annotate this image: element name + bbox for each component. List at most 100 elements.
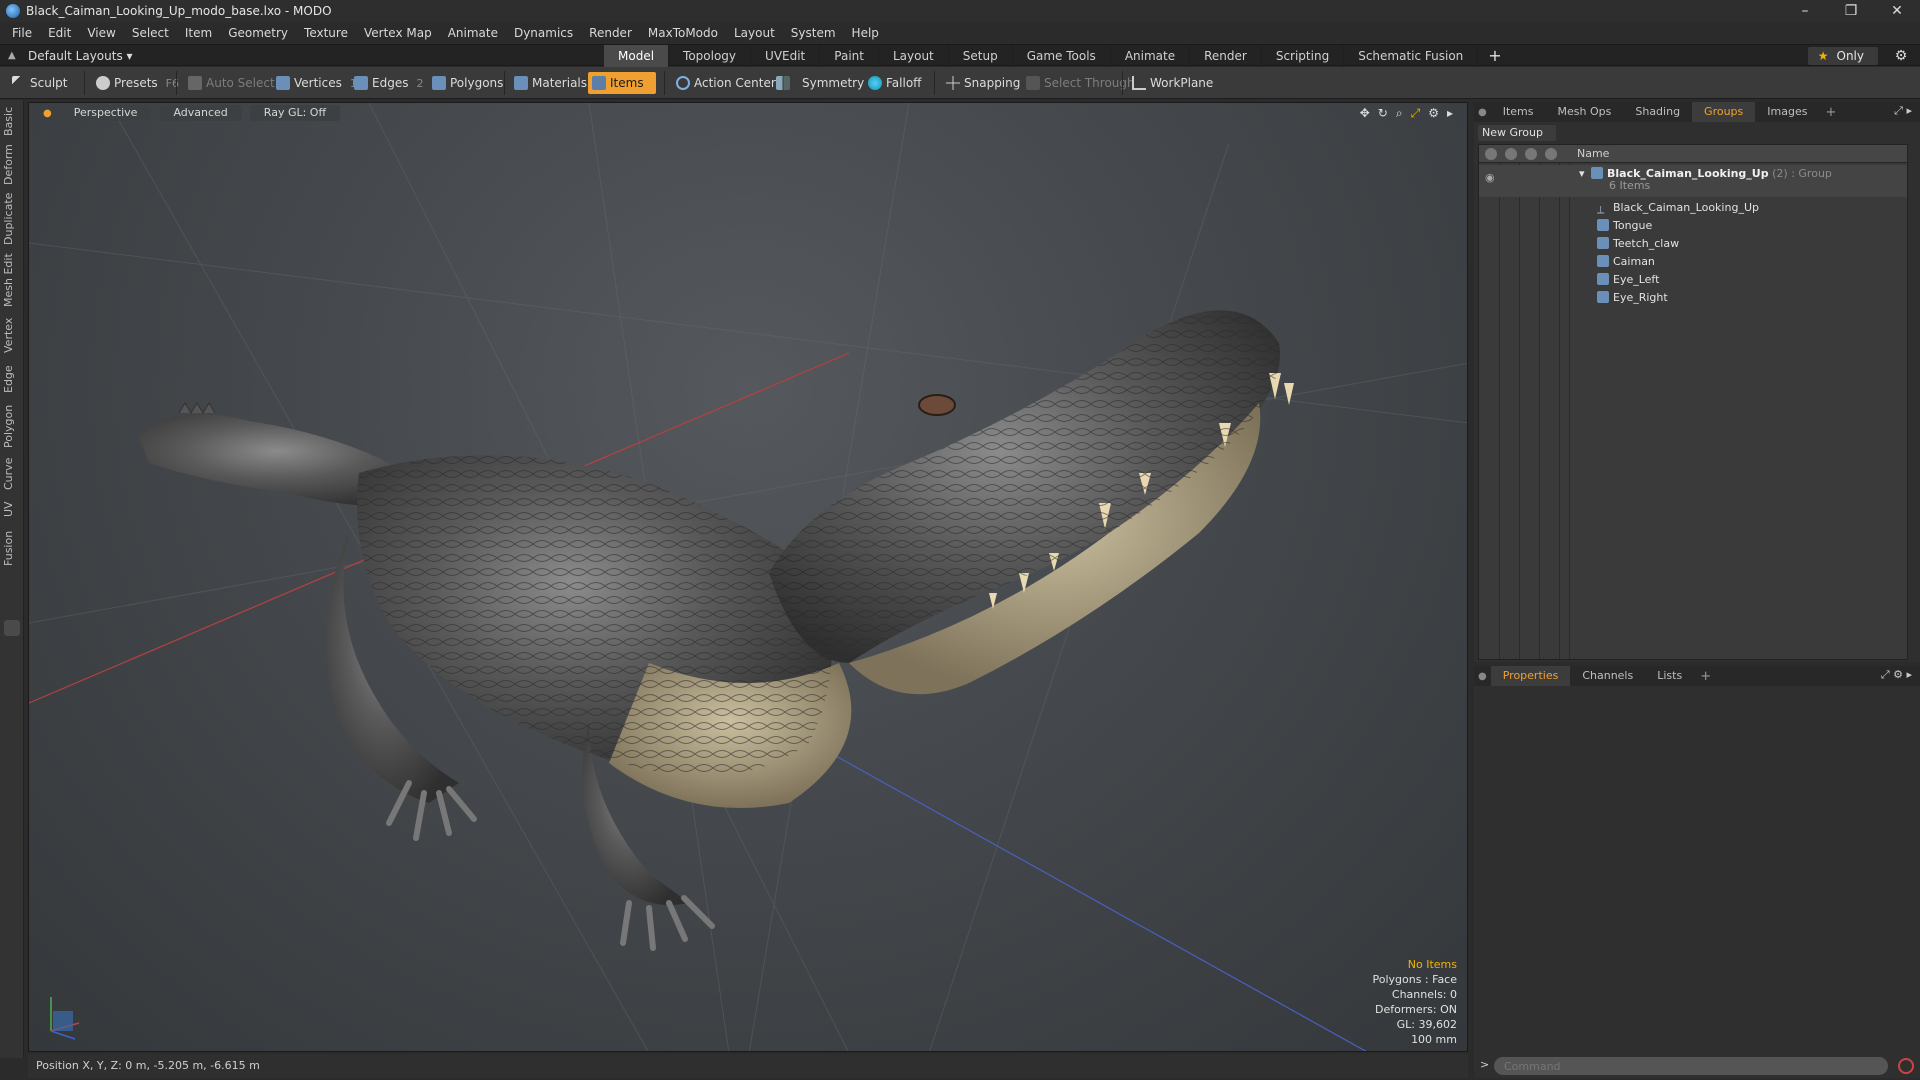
vtab-duplicate[interactable]: Duplicate — [2, 192, 22, 246]
materials-button[interactable]: Materials — [510, 72, 587, 94]
tab-items[interactable]: Items — [1491, 102, 1546, 122]
menu-layout[interactable]: Layout — [728, 26, 785, 40]
shading-mode-dropdown[interactable]: Advanced — [159, 105, 242, 121]
tab-channels[interactable]: Channels — [1570, 666, 1645, 686]
menu-file[interactable]: File — [6, 26, 42, 40]
viewport-scene[interactable] — [29, 103, 1468, 1052]
panel-expand-icon[interactable]: ⤢ ⚙ ▸ — [1881, 668, 1912, 682]
tab-animate[interactable]: Animate — [1111, 45, 1191, 67]
vtab-polygon[interactable]: Polygon — [2, 402, 22, 450]
new-group-button[interactable]: New Group — [1478, 125, 1556, 141]
add-tab-icon[interactable]: + — [1478, 45, 1511, 67]
tab-setup[interactable]: Setup — [949, 45, 1013, 67]
list-item[interactable]: ⟂ Black_Caiman_Looking_Up — [1479, 199, 1907, 217]
menu-view[interactable]: View — [81, 26, 125, 40]
menu-render[interactable]: Render — [583, 26, 642, 40]
lock-column-icon[interactable] — [1525, 148, 1537, 160]
sculpt-button[interactable]: Sculpt — [8, 72, 67, 94]
restore-button[interactable]: ❐ — [1828, 0, 1874, 22]
pan-icon[interactable]: ✥ — [1360, 106, 1370, 121]
list-item[interactable]: Eye_Left — [1479, 271, 1907, 289]
polygons-button[interactable]: Polygons — [428, 72, 503, 94]
rotate-icon[interactable]: ↻ — [1378, 106, 1388, 121]
vtab-mesh-edit[interactable]: Mesh Edit — [2, 252, 22, 308]
viewport-settings-icon[interactable]: ⚙ — [1428, 106, 1439, 121]
list-item[interactable]: Teetch_claw — [1479, 235, 1907, 253]
presets-button[interactable]: Presets F6 — [92, 72, 179, 94]
only-toggle-button[interactable]: ★ Only — [1807, 47, 1878, 65]
select-column-icon[interactable] — [1545, 148, 1557, 160]
raygl-toggle[interactable]: Ray GL: Off — [249, 105, 341, 121]
vtab-curve[interactable]: Curve — [2, 456, 22, 492]
edges-button[interactable]: Edges 2 — [350, 72, 423, 94]
tab-schematic-fusion[interactable]: Schematic Fusion — [1344, 45, 1479, 67]
menu-geometry[interactable]: Geometry — [222, 26, 298, 40]
group-row[interactable]: ◉ ▾ Black_Caiman_Looking_Up (2) : Group … — [1479, 165, 1907, 197]
vtab-fusion[interactable]: Fusion — [2, 528, 22, 568]
menu-item[interactable]: Item — [179, 26, 222, 40]
add-panel-tab-icon[interactable]: + — [1694, 669, 1717, 684]
layout-preset-dropdown[interactable]: ▲ Default Layouts ▾ — [8, 47, 133, 65]
tab-groups[interactable]: Groups — [1692, 102, 1756, 122]
menu-system[interactable]: System — [785, 26, 846, 40]
tab-topology[interactable]: Topology — [669, 45, 752, 67]
group-expand-arrow-icon[interactable]: ▾ — [1579, 165, 1585, 183]
add-panel-tab-icon[interactable]: + — [1819, 105, 1842, 120]
minimize-button[interactable]: – — [1782, 0, 1828, 22]
name-column-header[interactable]: Name — [1577, 147, 1609, 160]
tab-lists[interactable]: Lists — [1645, 666, 1694, 686]
tab-uvedit[interactable]: UVEdit — [751, 45, 821, 67]
tab-game-tools[interactable]: Game Tools — [1013, 45, 1111, 67]
panel-menu-dot[interactable]: ● — [1474, 107, 1491, 118]
menu-vertex-map[interactable]: Vertex Map — [358, 26, 442, 40]
render-column-icon[interactable] — [1505, 148, 1517, 160]
action-center-button[interactable]: Action Center — [672, 72, 776, 94]
tab-model[interactable]: Model — [604, 45, 670, 67]
symmetry-button[interactable]: Symmetry — [772, 72, 864, 94]
tab-mesh-ops[interactable]: Mesh Ops — [1546, 102, 1624, 122]
collapse-up-icon[interactable]: ▲ — [8, 51, 18, 61]
viewport-expand-arrow-icon[interactable]: ▸ — [1447, 106, 1453, 121]
visibility-column-icon[interactable] — [1485, 148, 1497, 160]
vtab-vertex[interactable]: Vertex — [2, 314, 22, 356]
snapping-button[interactable]: Snapping — [942, 72, 1020, 94]
menu-dynamics[interactable]: Dynamics — [508, 26, 583, 40]
group-visibility-eye-icon[interactable]: ◉ — [1485, 169, 1495, 187]
vertices-button[interactable]: Vertices1 — [272, 72, 357, 94]
tab-scripting[interactable]: Scripting — [1262, 45, 1345, 67]
vtab-uv[interactable]: UV — [2, 498, 22, 520]
list-item[interactable]: Tongue — [1479, 217, 1907, 235]
select-through-button[interactable]: Select Through — [1022, 72, 1135, 94]
gear-icon[interactable]: ⚙ — [1892, 47, 1910, 65]
list-item[interactable]: Eye_Right — [1479, 289, 1907, 307]
tab-layout[interactable]: Layout — [879, 45, 949, 67]
menu-maxtomodo[interactable]: MaxToModo — [642, 26, 728, 40]
menu-help[interactable]: Help — [846, 26, 889, 40]
close-button[interactable]: ✕ — [1874, 0, 1920, 22]
menu-texture[interactable]: Texture — [298, 26, 358, 40]
maximize-icon[interactable]: ⤢ — [1411, 106, 1421, 121]
viewport-menu-dot[interactable]: ● — [43, 108, 52, 119]
command-input[interactable] — [1494, 1057, 1888, 1075]
tab-properties[interactable]: Properties — [1490, 666, 1571, 686]
panel-menu-dot[interactable]: ● — [1474, 671, 1491, 682]
vtab-deform[interactable]: Deform — [2, 144, 22, 186]
panel-expand-icon[interactable]: ⤢ ▸ — [1894, 104, 1912, 118]
tab-shading[interactable]: Shading — [1623, 102, 1692, 122]
menu-edit[interactable]: Edit — [42, 26, 81, 40]
vtab-basic[interactable]: Basic — [2, 104, 22, 138]
view-type-dropdown[interactable]: Perspective — [59, 105, 152, 121]
menu-select[interactable]: Select — [126, 26, 179, 40]
list-item[interactable]: Caiman — [1479, 253, 1907, 271]
left-panel-toggle[interactable] — [4, 620, 20, 636]
vtab-edge[interactable]: Edge — [2, 362, 22, 396]
tab-images[interactable]: Images — [1755, 102, 1819, 122]
tab-render[interactable]: Render — [1190, 45, 1262, 67]
falloff-button[interactable]: Falloff — [864, 72, 921, 94]
3d-viewport[interactable]: ● Perspective Advanced Ray GL: Off ✥ ↻ ⌕… — [28, 102, 1468, 1052]
menu-animate[interactable]: Animate — [442, 26, 508, 40]
items-button[interactable]: Items — [588, 72, 656, 94]
command-history-icon[interactable] — [1898, 1058, 1914, 1074]
workplane-button[interactable]: WorkPlane — [1128, 72, 1213, 94]
tab-paint[interactable]: Paint — [820, 45, 879, 67]
